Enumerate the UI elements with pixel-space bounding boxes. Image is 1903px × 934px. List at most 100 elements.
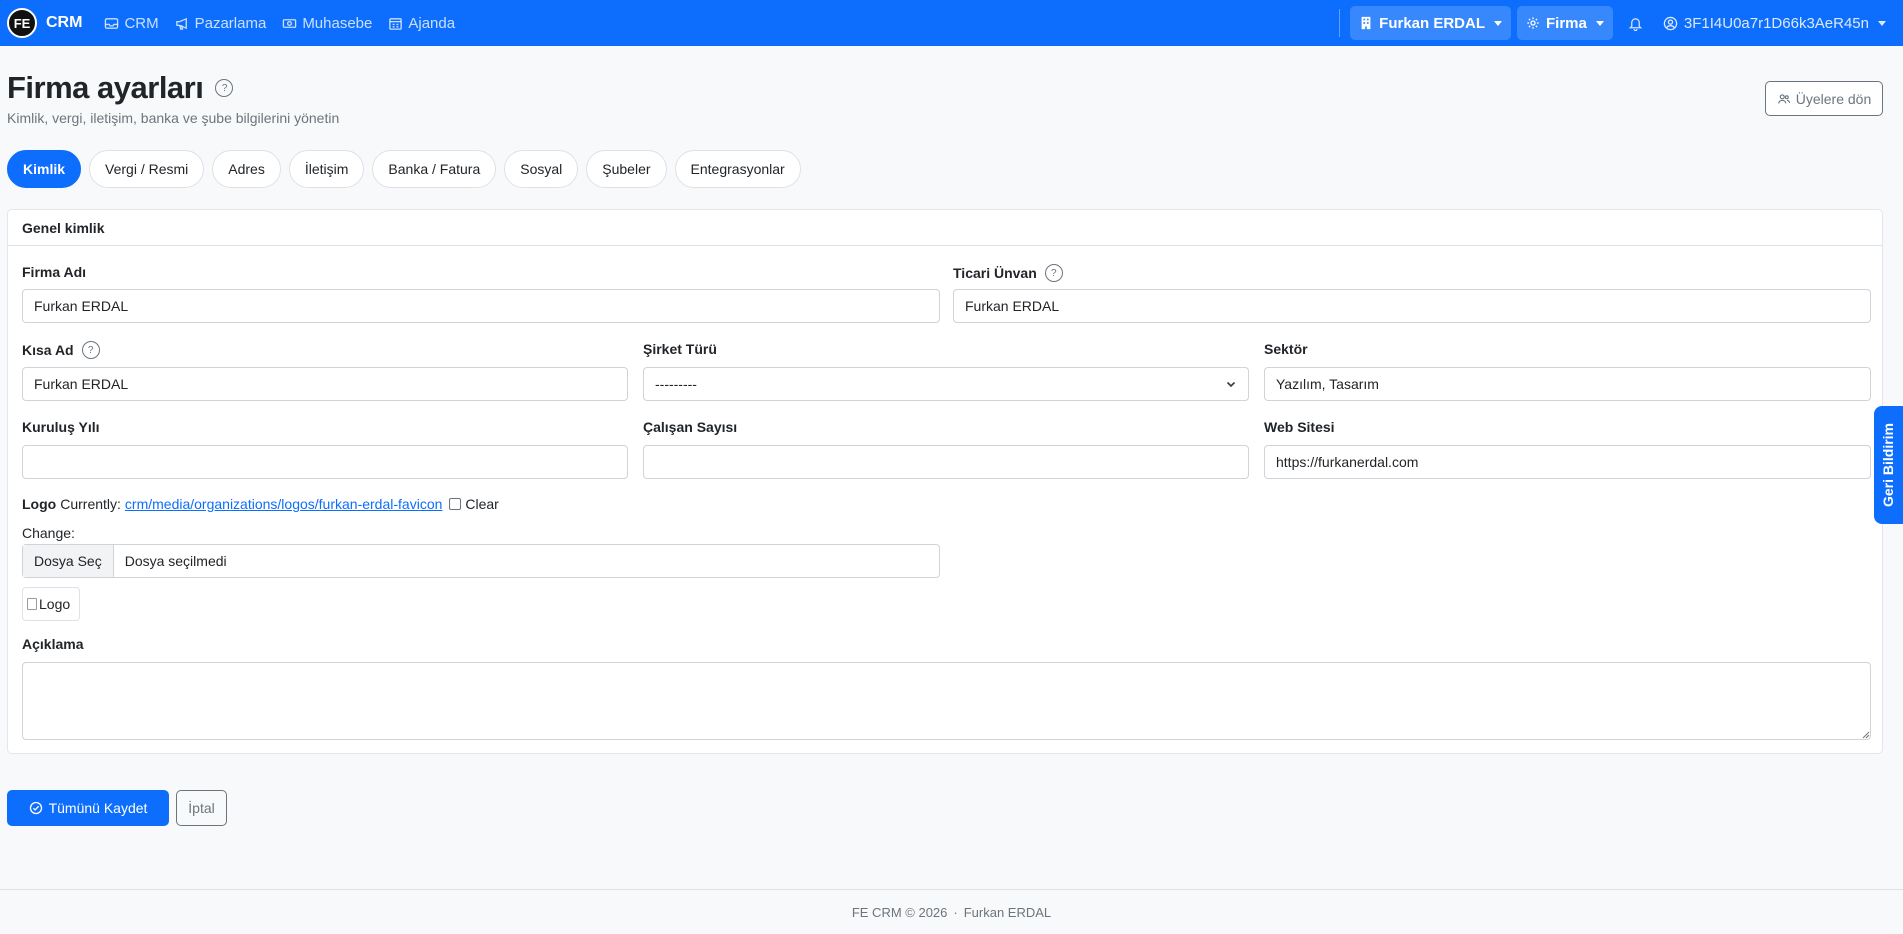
tab-vergi-resmi[interactable]: Vergi / Resmi	[89, 150, 205, 188]
sirket-turu-label: Şirket Türü	[643, 341, 717, 357]
file-name-text: Dosya seçilmedi	[124, 553, 227, 569]
tab-sosyal[interactable]: Sosyal	[504, 150, 579, 188]
notifications-button[interactable]	[1619, 6, 1653, 40]
nav-item-label: Muhasebe	[302, 14, 373, 32]
feedback-label: Geri Bildirim	[1880, 422, 1897, 508]
logo-clear-label: Clear	[465, 496, 499, 512]
chevron-down-icon	[1595, 20, 1604, 26]
nav-item-muhasebe[interactable]: Muhasebe	[282, 15, 372, 32]
ticari-unvan-input[interactable]: Furkan ERDAL	[953, 289, 1871, 323]
label-text: Kuruluş Yılı	[22, 419, 100, 435]
tab-kimlik[interactable]: Kimlik	[7, 150, 82, 188]
calendar-icon	[389, 17, 403, 30]
logo-currently-text: Currently:	[60, 496, 121, 512]
broken-image-icon	[27, 598, 37, 610]
nav-item-label: Ajanda	[408, 14, 456, 32]
label-text: Çalışan Sayısı	[643, 419, 738, 435]
cancel-button[interactable]: İptal	[176, 790, 227, 826]
kurulus-yili-input[interactable]	[22, 445, 628, 479]
brand[interactable]: FE CRM	[7, 8, 82, 38]
bell-icon	[1629, 17, 1643, 31]
web-sitesi-input[interactable]: https://furkanerdal.com	[1264, 445, 1871, 479]
settings-menu-toggle[interactable]: Firma	[1517, 6, 1613, 40]
nav-item-pazarlama[interactable]: Pazarlama	[175, 14, 267, 32]
footer-text: FE CRM © 2026	[851, 904, 948, 920]
resize-handle-icon[interactable]	[1862, 731, 1870, 739]
logo-alt-text: Logo	[39, 596, 71, 612]
choose-file-button[interactable]: Dosya Seç	[23, 545, 114, 577]
footer-owner: Furkan ERDAL	[963, 904, 1052, 920]
firma-adi-input[interactable]: Furkan ERDAL	[22, 289, 940, 323]
brand-text: CRM	[46, 14, 83, 31]
chevron-down-icon	[1226, 381, 1236, 388]
select-value: ---------	[655, 376, 697, 392]
check-circle-icon	[29, 801, 42, 815]
web-sitesi-label: Web Sitesi	[1264, 419, 1335, 435]
general-identity-card: Genel kimlik Firma Adı Furkan ERDAL Tica…	[7, 209, 1883, 754]
cash-icon	[283, 18, 297, 28]
logo-file-input[interactable]: Dosya Seç Dosya seçilmedi	[22, 544, 940, 578]
chevron-down-icon	[1494, 20, 1503, 26]
back-to-members-button[interactable]: Üyelere dön	[1765, 81, 1883, 116]
tab-banka-fatura[interactable]: Banka / Fatura	[372, 150, 497, 188]
nav-item-crm[interactable]: CRM	[104, 14, 159, 32]
tab-adres[interactable]: Adres	[212, 150, 281, 188]
people-icon	[1777, 93, 1790, 104]
user-circle-icon	[1663, 16, 1678, 30]
help-icon[interactable]: ?	[215, 79, 234, 97]
feedback-tab[interactable]: Geri Bildirim	[1874, 406, 1903, 524]
label-text: Sektör	[1264, 341, 1308, 357]
label-text: Şirket Türü	[643, 341, 717, 357]
nav-item-label: Pazarlama	[194, 14, 267, 32]
save-button-label: Tümünü Kaydet	[48, 800, 148, 816]
label-text: Web Sitesi	[1264, 419, 1335, 435]
page-subtitle: Kimlik, vergi, iletişim, banka ve şube b…	[7, 110, 340, 126]
logo-file-link[interactable]: crm/media/organizations/logos/furkan-erd…	[125, 496, 442, 512]
kurulus-yili-label: Kuruluş Yılı	[22, 419, 100, 435]
firma-adi-label: Firma Adı	[22, 264, 86, 280]
gear-icon	[1527, 17, 1539, 29]
help-icon[interactable]: ?	[81, 341, 100, 359]
nav-right: Furkan ERDAL Firma 3F1I4U0a7r1D66k3AeR45…	[1339, 6, 1896, 40]
help-icon[interactable]: ?	[1044, 264, 1063, 282]
sektor-label: Sektör	[1264, 341, 1308, 357]
logo-preview: Logo	[22, 587, 80, 621]
tab-entegrasyonlar[interactable]: Entegrasyonlar	[674, 150, 801, 188]
label-text: Firma Adı	[22, 264, 87, 280]
card-title: Genel kimlik	[8, 210, 1882, 246]
settings-menu-label: Firma	[1546, 14, 1587, 32]
building-icon	[1361, 16, 1371, 30]
tab-iletisim[interactable]: İletişim	[288, 150, 365, 188]
org-menu-toggle[interactable]: Furkan ERDAL	[1350, 6, 1512, 40]
chevron-down-icon	[1878, 20, 1886, 26]
org-menu-label: Furkan ERDAL	[1379, 14, 1486, 32]
settings-tabs: Kimlik Vergi / Resmi Adres İletişim Bank…	[7, 150, 801, 188]
page-title: Firma ayarları ?	[7, 70, 234, 106]
back-button-label: Üyelere dön	[1795, 90, 1872, 107]
nav-item-ajanda[interactable]: Ajanda	[388, 15, 455, 32]
sirket-turu-select[interactable]: ---------	[643, 367, 1249, 401]
top-navbar: FE CRM CRM Pazarlama Muhasebe Ajanda Fur…	[0, 0, 1903, 46]
page-title-text: Firma ayarları	[7, 70, 204, 105]
aciklama-textarea[interactable]	[22, 662, 1871, 740]
logo-change-label: Change:	[22, 525, 75, 541]
nav-item-label: CRM	[124, 14, 159, 32]
sektor-input[interactable]: Yazılım, Tasarım	[1264, 367, 1871, 401]
tab-subeler[interactable]: Şubeler	[586, 150, 667, 188]
label-text: Açıklama	[22, 636, 84, 652]
kisa-ad-label: Kısa Ad ?	[22, 341, 100, 359]
calisan-sayisi-input[interactable]	[643, 445, 1249, 479]
kisa-ad-input[interactable]: Furkan ERDAL	[22, 367, 628, 401]
brand-logo: FE	[7, 8, 37, 38]
user-menu-label: 3F1I4U0a7r1D66k3AeR45n	[1683, 14, 1869, 32]
footer: FE CRM © 2026 · Furkan ERDAL	[0, 889, 1903, 934]
logo-current: Logo Currently: crm/media/organizations/…	[22, 496, 499, 512]
logo-clear-checkbox[interactable]	[449, 498, 462, 510]
label-text: Kısa Ad	[22, 342, 74, 358]
save-all-button[interactable]: Tümünü Kaydet	[7, 790, 169, 826]
logo-label: Logo	[22, 496, 57, 512]
ticari-unvan-label: Ticari Ünvan ?	[953, 264, 1063, 282]
inbox-icon	[105, 17, 119, 29]
nav-divider	[1339, 9, 1341, 37]
user-menu-toggle[interactable]: 3F1I4U0a7r1D66k3AeR45n	[1659, 15, 1896, 32]
